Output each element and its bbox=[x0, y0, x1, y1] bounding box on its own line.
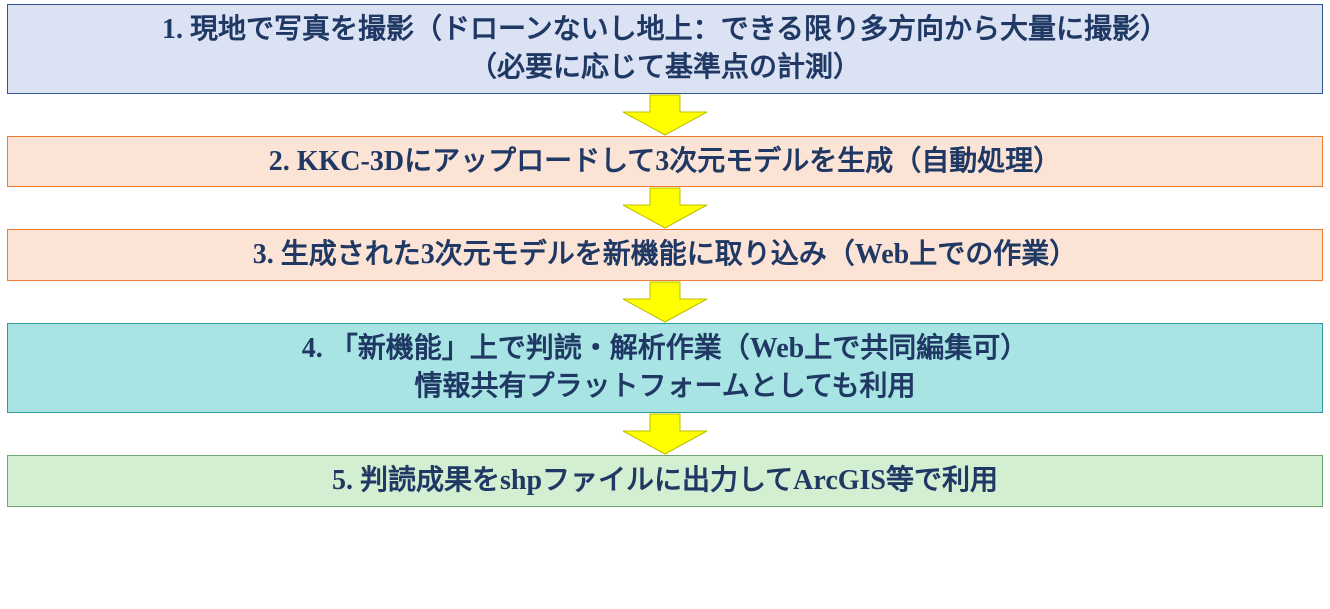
flow-step-5: 5. 判読成果をshpファイルに出力してArcGIS等で利用 bbox=[7, 455, 1323, 507]
flow-step-3: 3. 生成された3次元モデルを新機能に取り込み（Web上での作業） bbox=[7, 229, 1323, 281]
flow-step-text: 5. 判読成果をshpファイルに出力してArcGIS等で利用 bbox=[332, 462, 998, 500]
flow-step-text: 1. 現地で写真を撮影（ドローンないし地上：できる限り多方向から大量に撮影） bbox=[162, 11, 1168, 49]
flow-step-4: 4. 「新機能」上で判読・解析作業（Web上で共同編集可）情報共有プラットフォー… bbox=[7, 323, 1323, 413]
down-arrow-icon bbox=[622, 281, 708, 323]
flow-step-text: 3. 生成された3次元モデルを新機能に取り込み（Web上での作業） bbox=[253, 236, 1077, 274]
flow-step-2: 2. KKC-3Dにアップロードして3次元モデルを生成（自動処理） bbox=[7, 136, 1323, 188]
flow-diagram: 1. 現地で写真を撮影（ドローンないし地上：できる限り多方向から大量に撮影）（必… bbox=[0, 0, 1330, 507]
flow-step-text: （必要に応じて基準点の計測） bbox=[469, 49, 861, 87]
flow-step-1: 1. 現地で写真を撮影（ドローンないし地上：できる限り多方向から大量に撮影）（必… bbox=[7, 4, 1323, 94]
down-arrow-icon bbox=[622, 413, 708, 455]
flow-step-text: 4. 「新機能」上で判読・解析作業（Web上で共同編集可） bbox=[302, 330, 1028, 368]
flow-step-text: 情報共有プラットフォームとしても利用 bbox=[415, 368, 916, 406]
down-arrow-icon bbox=[622, 187, 708, 229]
down-arrow-icon bbox=[622, 94, 708, 136]
flow-step-text: 2. KKC-3Dにアップロードして3次元モデルを生成（自動処理） bbox=[269, 143, 1062, 181]
